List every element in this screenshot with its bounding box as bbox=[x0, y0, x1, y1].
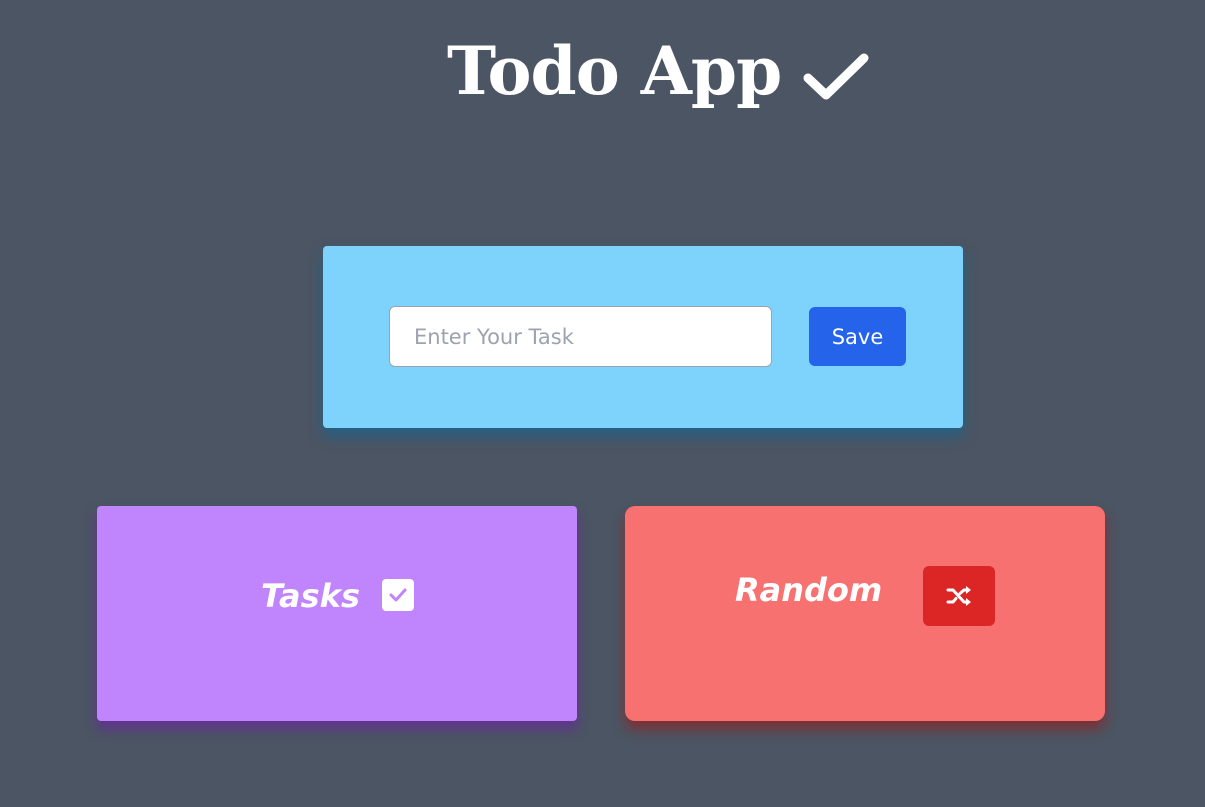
save-button[interactable]: Save bbox=[809, 307, 906, 366]
task-input[interactable] bbox=[389, 306, 772, 367]
app-title-text: Todo App bbox=[447, 32, 782, 110]
shuffle-icon bbox=[946, 586, 971, 606]
shuffle-button[interactable] bbox=[923, 566, 995, 626]
tasks-tile-label: Tasks bbox=[261, 577, 360, 615]
todo-app-page: Todo App Save Tasks Random bbox=[0, 0, 1205, 807]
tasks-tile[interactable]: Tasks bbox=[97, 506, 577, 721]
app-title: Todo App bbox=[447, 38, 869, 104]
random-tile-label: Random bbox=[735, 571, 883, 609]
random-tile[interactable]: Random bbox=[625, 506, 1105, 721]
checkmark-icon bbox=[803, 46, 869, 100]
checkbox-checked-icon bbox=[382, 579, 414, 611]
task-form-card: Save bbox=[323, 246, 963, 428]
